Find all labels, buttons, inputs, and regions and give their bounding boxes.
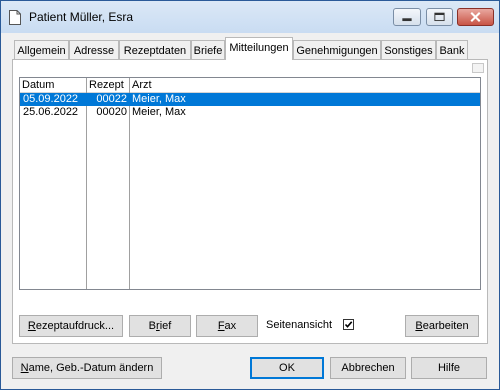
fax-button[interactable]: Fax xyxy=(196,315,258,337)
seitenansicht-checkbox[interactable] xyxy=(343,319,354,330)
minimize-button[interactable] xyxy=(393,8,421,26)
cell-arzt: Meier, Max xyxy=(132,93,186,105)
mnemonic: B xyxy=(415,320,423,332)
tab-mitteilungen[interactable]: Mitteilungen xyxy=(225,37,293,60)
tab-sonstiges[interactable]: Sonstiges xyxy=(381,40,436,59)
tab-label: Bank xyxy=(439,45,465,57)
seitenansicht-label: Seitenansicht xyxy=(266,319,333,331)
cell-datum: 25.06.2022 xyxy=(23,106,79,118)
cell-rezept: 00022 xyxy=(96,93,127,105)
dialog-client-area: Allgemein Adresse Rezeptdaten Briefe Mit… xyxy=(7,34,493,383)
button-label: earbeiten xyxy=(422,320,469,332)
maximize-icon xyxy=(434,12,445,22)
ok-button[interactable]: OK xyxy=(250,357,324,379)
tab-label: Allgemein xyxy=(17,45,66,57)
mitteilungen-list[interactable]: Datum Rezept Arzt 05.09.2022 00022 Meier… xyxy=(19,77,481,290)
cell-arzt: Meier, Max xyxy=(132,106,186,118)
tab-label: Adresse xyxy=(73,45,115,57)
title-bar[interactable]: Patient Müller, Esra xyxy=(1,1,499,33)
tab-adresse[interactable]: Adresse xyxy=(69,40,119,59)
tab-briefe[interactable]: Briefe xyxy=(191,40,225,59)
button-label: ief xyxy=(159,320,172,332)
button-label: ezeptaufdruck... xyxy=(35,320,115,332)
abbrechen-button[interactable]: Abbrechen xyxy=(330,357,406,379)
name-geb-datum-aendern-button[interactable]: Name, Geb.-Datum ändern xyxy=(12,357,162,379)
button-label: B xyxy=(148,320,157,332)
patient-dialog-window: Patient Müller, Esra Allgemein Adresse R… xyxy=(0,0,500,390)
tab-label: Mitteilungen xyxy=(229,42,289,54)
cell-datum: 05.09.2022 xyxy=(23,93,79,105)
button-label: Hilfe xyxy=(437,362,460,374)
bearbeiten-button[interactable]: Bearbeiten xyxy=(405,315,479,337)
document-icon xyxy=(9,10,21,25)
checkmark-icon xyxy=(344,321,353,328)
button-label: ame, Geb.-Datum ändern xyxy=(28,362,154,374)
tab-bank[interactable]: Bank xyxy=(436,40,468,59)
mnemonic: F xyxy=(217,320,225,332)
maximize-button[interactable] xyxy=(426,8,453,26)
tab-rezeptdaten[interactable]: Rezeptdaten xyxy=(119,40,191,59)
tab-allgemein[interactable]: Allgemein xyxy=(14,40,69,59)
cell-rezept: 00020 xyxy=(96,106,127,118)
minimize-icon xyxy=(402,18,412,22)
mnemonic: N xyxy=(20,362,29,374)
rezeptaufdruck-button[interactable]: Rezeptaufdruck... xyxy=(19,315,123,337)
tab-genehmigungen[interactable]: Genehmigungen xyxy=(293,40,381,59)
tab-label: Sonstiges xyxy=(384,45,433,57)
mnemonic: R xyxy=(27,320,36,332)
mitteilungen-panel: Datum Rezept Arzt 05.09.2022 00022 Meier… xyxy=(12,59,488,344)
tab-label: Genehmigungen xyxy=(296,45,378,57)
button-label: ax xyxy=(224,320,237,332)
tab-label: Rezeptdaten xyxy=(123,45,187,57)
close-icon xyxy=(470,12,481,23)
list-header: Datum Rezept Arzt xyxy=(20,78,480,93)
column-header-datum[interactable]: Datum xyxy=(20,78,86,92)
close-button[interactable] xyxy=(457,8,494,26)
tab-label: Briefe xyxy=(193,45,223,57)
button-label: Abbrechen xyxy=(341,362,395,374)
list-row[interactable]: 25.06.2022 00020 Meier, Max xyxy=(20,106,480,119)
brief-button[interactable]: Brief xyxy=(129,315,191,337)
column-header-arzt[interactable]: Arzt xyxy=(130,78,480,92)
window-title: Patient Müller, Esra xyxy=(29,10,134,24)
size-grip[interactable] xyxy=(472,63,484,73)
button-label: OK xyxy=(279,362,295,374)
list-row[interactable]: 05.09.2022 00022 Meier, Max xyxy=(20,93,480,106)
hilfe-button[interactable]: Hilfe xyxy=(411,357,487,379)
column-header-rezept[interactable]: Rezept xyxy=(87,78,129,92)
